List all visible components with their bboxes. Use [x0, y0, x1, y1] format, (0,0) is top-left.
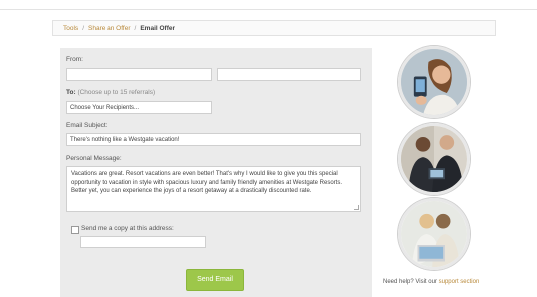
subject-input[interactable]: There's nothing like a Westgate vacation… — [66, 133, 361, 146]
family-with-laptop-photo — [398, 198, 470, 270]
breadcrumb-tools[interactable]: Tools — [63, 25, 78, 32]
message-text: Vacations are great. Resort vacations ar… — [71, 171, 343, 195]
support-section-link[interactable]: support section — [439, 279, 480, 285]
breadcrumb-current: Email Offer — [140, 25, 176, 32]
subject-label: Email Subject: — [66, 122, 108, 129]
copy-email-input[interactable] — [80, 236, 206, 248]
message-textarea[interactable]: Vacations are great. Resort vacations ar… — [66, 166, 361, 212]
send-email-button[interactable]: Send Email — [186, 269, 244, 291]
help-text: Need help? Visit our support section — [383, 279, 479, 285]
copy-label: Send me a copy at this address: — [81, 225, 174, 232]
to-label: To: — [66, 89, 76, 96]
from-email-field[interactable] — [217, 68, 361, 81]
woman-with-phone-photo — [398, 46, 470, 118]
resize-handle-icon[interactable] — [354, 205, 359, 210]
business-people-photo — [398, 123, 470, 195]
from-name-field[interactable] — [66, 68, 212, 81]
message-label: Personal Message: — [66, 155, 122, 162]
breadcrumb: Tools / Share an Offer / Email Offer — [52, 20, 496, 36]
breadcrumb-share-offer[interactable]: Share an Offer — [88, 25, 131, 32]
email-offer-form: From: To: (Choose up to 15 referrals) Ch… — [60, 48, 372, 297]
recipients-select[interactable]: Choose Your Recipients... — [66, 101, 212, 114]
top-divider — [0, 9, 537, 10]
breadcrumb-separator: / — [134, 25, 137, 32]
to-hint: (Choose up to 15 referrals) — [77, 89, 156, 96]
breadcrumb-separator: / — [82, 25, 84, 32]
to-label-row: To: (Choose up to 15 referrals) — [66, 89, 155, 96]
copy-checkbox[interactable] — [71, 226, 79, 234]
help-prefix: Need help? Visit our — [383, 279, 437, 285]
from-label: From: — [66, 56, 83, 63]
